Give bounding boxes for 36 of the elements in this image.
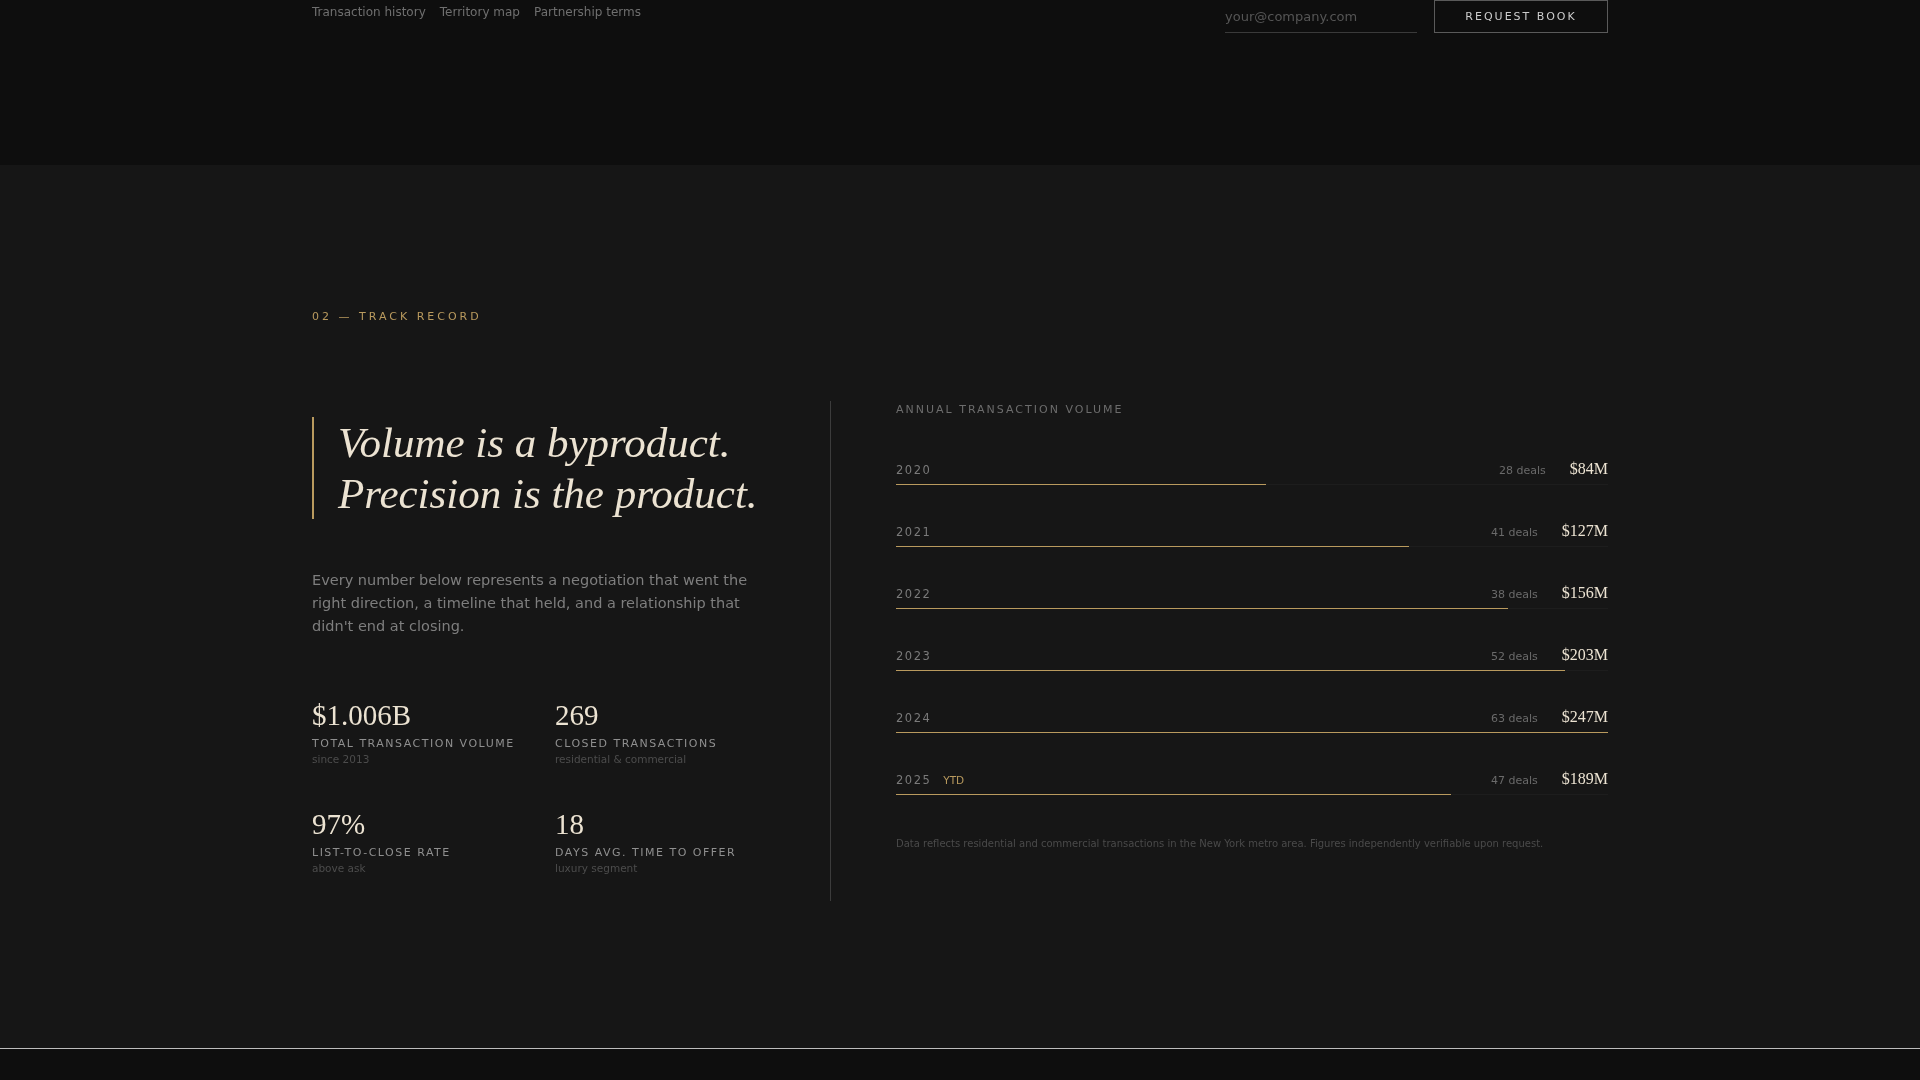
stat-label: TOTAL TRANSACTION VOLUME (312, 737, 516, 750)
section-label: 02 — TRACK RECORD (312, 310, 483, 323)
nav-link[interactable]: Territory map (439, 5, 520, 19)
volume-amount: $247M (1561, 708, 1608, 726)
request-button[interactable]: REQUEST BOOK (1434, 0, 1608, 33)
intro-paragraph: Every number below represents a negotiation that went the right direction, a timeline that held, and a relationship that didn't end at closing. (312, 571, 749, 636)
year-label: 2024 (896, 711, 932, 725)
stat-label: DAYS AVG. TIME TO OFFER (555, 846, 738, 859)
stat-value: 18 (555, 807, 585, 841)
deal-count: 38 deals (1491, 588, 1538, 601)
deal-count: 63 deals (1491, 712, 1538, 725)
deal-count: 52 deals (1491, 650, 1538, 663)
stat-label: CLOSED TRANSACTIONS (555, 737, 719, 750)
nav-link[interactable]: Partnership terms (534, 5, 641, 19)
volume-amount: $84M (1569, 460, 1608, 478)
deal-count: 41 deals (1491, 526, 1538, 539)
stat-value: $1.006B (312, 698, 413, 732)
stat-value: 97% (312, 807, 367, 841)
email-field[interactable]: your@company.com (1225, 0, 1417, 33)
nav-link[interactable]: Transaction history (312, 5, 426, 19)
stat-label: LIST-TO-CLOSE RATE (312, 846, 452, 859)
chart-title: ANNUAL TRANSACTION VOLUME (896, 403, 1125, 416)
volume-amount: $203M (1561, 646, 1608, 664)
stat-value: 269 (555, 698, 600, 732)
deal-count: 47 deals (1491, 774, 1538, 787)
volume-amount: $156M (1561, 584, 1608, 602)
year-label: 2021 (896, 525, 932, 539)
volume-amount: $189M (1561, 770, 1608, 788)
deal-count: 28 deals (1499, 464, 1546, 477)
year-label: 2022 (896, 587, 932, 601)
year-label: 2023 (896, 649, 932, 663)
ytd-tag: YTD (943, 774, 965, 786)
headline-quote: Volume is a byproduct. Precision is the product. (312, 417, 830, 519)
volume-amount: $127M (1561, 522, 1608, 540)
year-label: 2025 (896, 773, 932, 787)
year-label: 2020 (896, 463, 932, 477)
